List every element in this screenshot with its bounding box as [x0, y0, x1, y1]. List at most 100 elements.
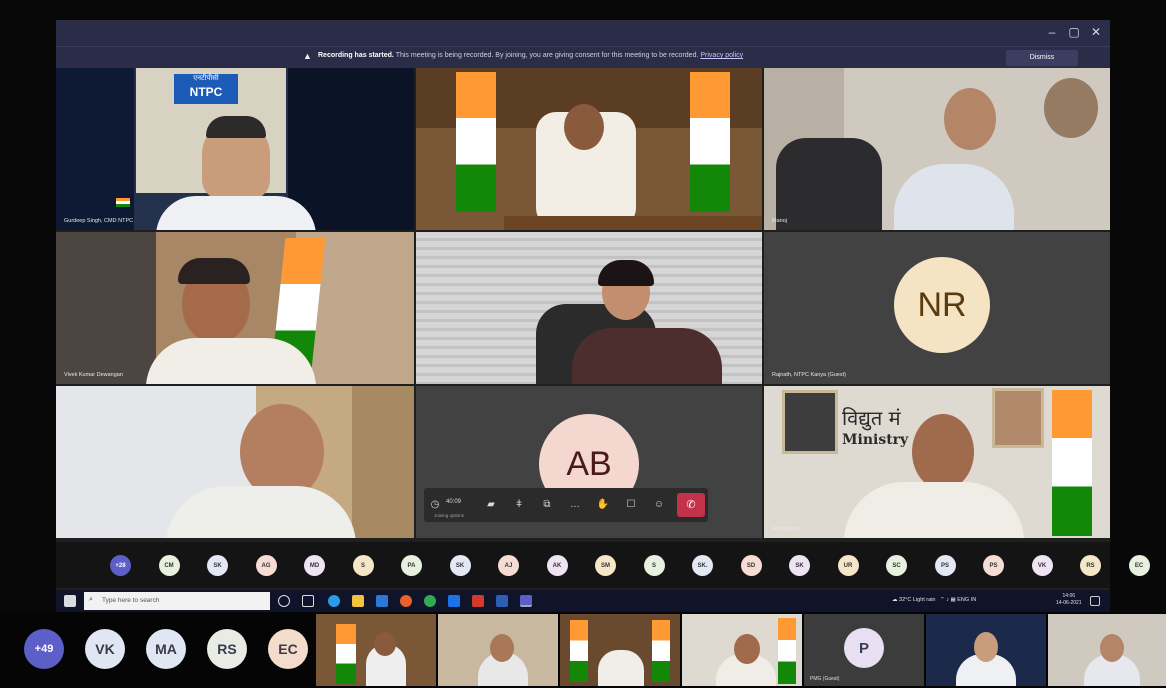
recording-text: This meeting is being recorded. By joini…	[395, 52, 699, 59]
overflow-participants-bubble[interactable]: +28	[110, 555, 131, 576]
thumb-video[interactable]	[438, 614, 558, 686]
taskbar-search-box[interactable]: ⌕ Type here to search	[84, 592, 270, 610]
participant-bubble[interactable]: SD	[740, 555, 762, 576]
participant-name: Alok Kumar	[772, 526, 801, 532]
screen: – ▢ ✕ ▲ Recording has started. This meet…	[0, 0, 1166, 688]
taskbar-clock[interactable]: 14:06 14-06-2021	[1056, 593, 1082, 607]
close-icon[interactable]: ✕	[1088, 24, 1104, 40]
participant-bubble[interactable]: SK.	[692, 555, 713, 576]
language-indicator[interactable]: ENG IN	[957, 597, 976, 603]
participant-bubble[interactable]: SM	[595, 555, 616, 576]
participants-icon[interactable]: ☺	[652, 498, 666, 512]
participant-bubble[interactable]: RS	[1080, 555, 1101, 576]
weather-text: 32°C Light rain	[899, 597, 936, 603]
video-tile-manoj[interactable]: Manoj	[764, 68, 1110, 230]
video-tile-gurdeep[interactable]: एनटीपीसी NTPC Gurdeep Singh, CMD NTPC	[56, 68, 414, 230]
participant-bubble[interactable]: SK	[789, 555, 810, 576]
thumb-video[interactable]	[682, 614, 802, 686]
participant-bubble[interactable]: VK	[1031, 555, 1053, 576]
maximize-icon[interactable]: ▢	[1066, 24, 1082, 40]
participant-bubble[interactable]: VK	[85, 629, 125, 669]
controls-subtext: Joining options	[434, 513, 465, 518]
participant-name: Gurdeep Singh, CMD NTPC	[64, 218, 134, 224]
participant-bubble[interactable]: AK	[546, 555, 568, 576]
participant-bubble[interactable]: EC	[268, 629, 308, 669]
participant-strip: +28 CM SK AG MD S PA SK AJ AK SM S SK. SD SK UR SC PS PS VK…	[56, 542, 1150, 588]
video-tile-chair[interactable]	[416, 68, 762, 230]
participant-bubble[interactable]: UR	[837, 555, 859, 576]
windows-taskbar: ⌕ Type here to search ☁ 32°C Light rain …	[56, 590, 1110, 612]
bottom-participant-strip: P PMG (Guest) +49 VK MA RS EC	[0, 612, 1166, 688]
participant-bubble[interactable]: CM	[158, 555, 180, 576]
participant-name: Vivek Kumar Dewangan	[64, 372, 123, 378]
hang-up-button[interactable]: ✆	[677, 493, 705, 517]
cloud-icon: ☁	[892, 597, 898, 603]
notifications-icon[interactable]	[1090, 596, 1100, 606]
participant-bubble[interactable]: S	[643, 555, 665, 576]
more-actions-icon[interactable]: …	[568, 498, 582, 512]
powerpoint-icon[interactable]	[472, 595, 484, 607]
video-tile-nr[interactable]: NR Rajnath, NTPC Kanya (Guest)	[764, 232, 1110, 384]
thumb-video[interactable]	[926, 614, 1046, 686]
word-icon[interactable]	[496, 595, 508, 607]
dismiss-button[interactable]: Dismiss	[1006, 50, 1078, 66]
task-view-icon[interactable]	[302, 595, 314, 607]
participant-name: Ramesh Deshpande	[64, 526, 115, 532]
participant-bubble[interactable]: PS	[934, 555, 956, 576]
meeting-controls: ◷ 40:09 Joining options ▰ ǂ ⧉ … ✋ ☐ ☺ ✆	[424, 488, 708, 522]
teams-icon[interactable]	[520, 595, 532, 607]
chat-icon[interactable]: ☐	[624, 498, 638, 512]
video-tile-woman[interactable]	[416, 232, 762, 384]
app-icon[interactable]	[448, 595, 460, 607]
privacy-policy-link[interactable]: Privacy policy	[700, 52, 743, 59]
meeting-timer: 40:09	[446, 499, 462, 505]
overflow-participants-bubble[interactable]: +49	[24, 629, 64, 669]
participant-bubble[interactable]: SK	[207, 555, 228, 576]
thumb-video[interactable]	[560, 614, 680, 686]
microphone-icon[interactable]: ǂ	[512, 498, 526, 512]
thumb-video[interactable]	[1048, 614, 1166, 686]
recording-title: Recording has started.	[318, 52, 394, 59]
video-tile-vivek[interactable]: Vivek Kumar Dewangan	[56, 232, 414, 384]
participant-bubble[interactable]: SK	[449, 555, 471, 576]
thumb-p[interactable]: P PMG (Guest)	[804, 614, 924, 686]
video-tile-ministry[interactable]: विद्युत मं Ministry Alok Kumar	[764, 386, 1110, 538]
participant-bubble[interactable]: EC	[1128, 555, 1150, 576]
system-tray: ☁ 32°C Light rain ⌃ ♪ ▦ ENG IN	[892, 597, 976, 603]
participant-name: Manoj	[772, 218, 787, 224]
participant-bubble[interactable]: SC	[886, 555, 907, 576]
store-icon[interactable]	[376, 595, 388, 607]
raise-hand-icon[interactable]: ✋	[596, 498, 610, 512]
thumb-video[interactable]	[316, 614, 436, 686]
participant-bubble[interactable]: MD	[304, 555, 325, 576]
file-explorer-icon[interactable]	[352, 595, 364, 607]
search-icon: ⌕	[89, 596, 93, 603]
chrome-icon[interactable]	[424, 595, 436, 607]
edge-icon[interactable]	[328, 595, 340, 607]
participant-bubble[interactable]: AG	[255, 555, 277, 576]
recording-banner: ▲ Recording has started. This meeting is…	[56, 46, 1110, 68]
participant-bubble[interactable]: PA	[401, 555, 422, 576]
video-tile-ramesh[interactable]: Ramesh Deshpande	[56, 386, 414, 538]
minimize-icon[interactable]: –	[1044, 24, 1060, 40]
participant-name: PMG (Guest)	[810, 676, 840, 682]
participant-bubble[interactable]: AJ	[498, 555, 519, 576]
tray-icons: ⌃ ♪ ▦	[940, 597, 956, 603]
avatar: NR	[894, 257, 990, 353]
avatar: P	[844, 628, 884, 668]
teams-meeting-window: – ▢ ✕ ▲ Recording has started. This meet…	[56, 20, 1110, 590]
participant-bubble[interactable]: PS	[983, 555, 1004, 576]
participant-bubble[interactable]: RS	[207, 629, 247, 669]
camera-icon[interactable]: ▰	[484, 498, 498, 512]
windows-start-icon[interactable]	[64, 595, 76, 607]
cortana-icon[interactable]	[278, 595, 290, 607]
participant-name: Rajnath, NTPC Kanya (Guest)	[772, 372, 846, 378]
firefox-icon[interactable]	[400, 595, 412, 607]
warning-icon: ▲	[303, 51, 312, 61]
recording-message: Recording has started. This meeting is b…	[318, 52, 743, 59]
participant-bubble[interactable]: MA	[146, 629, 186, 669]
ntpc-logo: एनटीपीसी NTPC	[174, 74, 238, 104]
share-screen-icon[interactable]: ⧉	[540, 498, 554, 512]
search-placeholder: Type here to search	[102, 597, 160, 604]
participant-bubble[interactable]: S	[352, 555, 374, 576]
